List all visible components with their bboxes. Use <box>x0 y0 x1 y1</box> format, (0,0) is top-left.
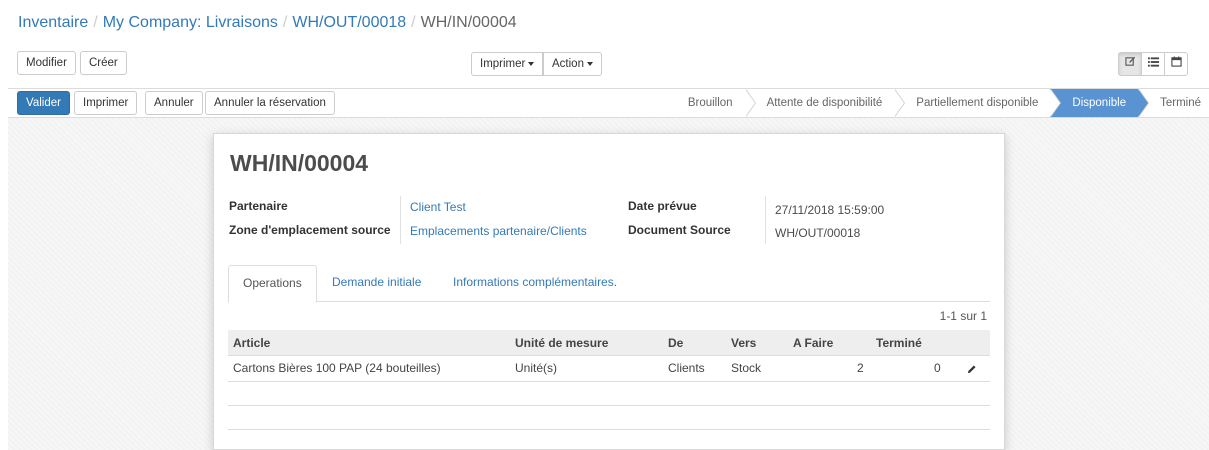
tab-additional-info[interactable]: Informations complémentaires. <box>439 265 631 302</box>
print-button[interactable]: Imprimer <box>74 91 138 115</box>
status-step-partial: Partiellement disponible <box>894 89 1062 117</box>
breadcrumb-separator: / <box>93 14 98 31</box>
record-title: WH/IN/00004 <box>230 150 369 176</box>
status-bar: Valider Imprimer Annuler Annuler la rése… <box>8 89 1209 118</box>
calendar-view-icon[interactable] <box>1164 52 1188 76</box>
breadcrumb-wh-out[interactable]: WH/OUT/00018 <box>292 14 406 31</box>
partner-value[interactable]: Client Test <box>410 200 466 214</box>
breadcrumb-current: WH/IN/00004 <box>420 14 517 31</box>
source-document-value: WH/OUT/00018 <box>775 226 861 240</box>
table-empty-row <box>228 382 990 406</box>
tab-initial-demand[interactable]: Demande initiale <box>318 265 435 302</box>
cell-article: Cartons Bières 100 PAP (24 bouteilles) <box>233 361 441 375</box>
edit-button[interactable]: Modifier <box>17 51 76 75</box>
action-dropdown[interactable]: Action <box>543 52 602 76</box>
cell-done: 0 <box>934 361 941 375</box>
pencil-icon[interactable] <box>966 364 977 376</box>
control-panel: Inventaire / My Company: Livraisons / WH/OUT… <box>8 6 1209 89</box>
source-zone-label: Zone d'emplacement source <box>229 223 391 237</box>
breadcrumb-separator: / <box>282 14 288 31</box>
caret-down-icon <box>528 61 535 66</box>
status-step-available: Disponible <box>1050 89 1149 117</box>
column-header-article[interactable]: Article <box>233 330 270 356</box>
scheduled-date-value: 27/11/2018 15:59:00 <box>775 203 885 217</box>
table-empty-row <box>228 406 990 430</box>
cancel-reservation-button[interactable]: Annuler la réservation <box>205 91 335 115</box>
breadcrumb-livraisons[interactable]: My Company: Livraisons <box>103 14 278 31</box>
field-divider <box>765 196 766 244</box>
pager: 1-1 sur 1 <box>939 309 987 323</box>
breadcrumb: Inventaire / My Company: Livraisons / WH/OUT… <box>18 14 517 32</box>
breadcrumb-separator: / <box>411 14 416 31</box>
tab-operations[interactable]: Operations <box>228 265 317 303</box>
cell-uom: Unité(s) <box>515 361 558 375</box>
column-header-to[interactable]: Vers <box>731 330 756 356</box>
action-dropdown-label: Action <box>552 58 584 70</box>
validate-button[interactable]: Valider <box>17 91 70 115</box>
source-zone-value[interactable]: Emplacements partenaire/Clients <box>410 224 587 238</box>
print-dropdown[interactable]: Imprimer <box>471 52 544 76</box>
scheduled-date-label: Date prévue <box>628 199 697 213</box>
edit-view-icon[interactable] <box>1118 52 1142 76</box>
create-button[interactable]: Créer <box>80 51 127 75</box>
partner-label: Partenaire <box>229 199 288 213</box>
column-header-from[interactable]: De <box>668 330 683 356</box>
column-header-todo[interactable]: A Faire <box>793 330 833 356</box>
caret-down-icon <box>586 61 593 66</box>
status-step-waiting: Attente de disponibilité <box>744 89 905 117</box>
operations-table: Article Unité de mesure De Vers A Faire … <box>228 330 990 430</box>
status-step-draft: Brouillon <box>675 89 756 117</box>
cell-to: Stock <box>731 361 762 375</box>
print-dropdown-label: Imprimer <box>480 58 526 70</box>
field-divider <box>400 196 401 244</box>
column-header-uom[interactable]: Unité de mesure <box>515 330 608 356</box>
table-row[interactable]: Cartons Bières 100 PAP (24 bouteilles) U… <box>228 356 990 382</box>
breadcrumb-inventaire[interactable]: Inventaire <box>18 14 88 31</box>
form-sheet: WH/IN/00004 Partenaire Client Test Zone … <box>213 133 1005 450</box>
list-view-icon[interactable] <box>1141 52 1165 76</box>
table-header: Article Unité de mesure De Vers A Faire … <box>228 330 990 356</box>
cancel-button[interactable]: Annuler <box>145 91 203 115</box>
source-document-label: Document Source <box>628 223 731 237</box>
cell-from: Clients <box>668 361 705 375</box>
status-steps: Brouillon Attente de disponibilité Parti… <box>675 89 1209 117</box>
notebook-tabs: Operations Demande initiale Informations… <box>228 265 990 303</box>
column-header-done[interactable]: Terminé <box>876 330 922 356</box>
cell-todo: 2 <box>857 361 864 375</box>
